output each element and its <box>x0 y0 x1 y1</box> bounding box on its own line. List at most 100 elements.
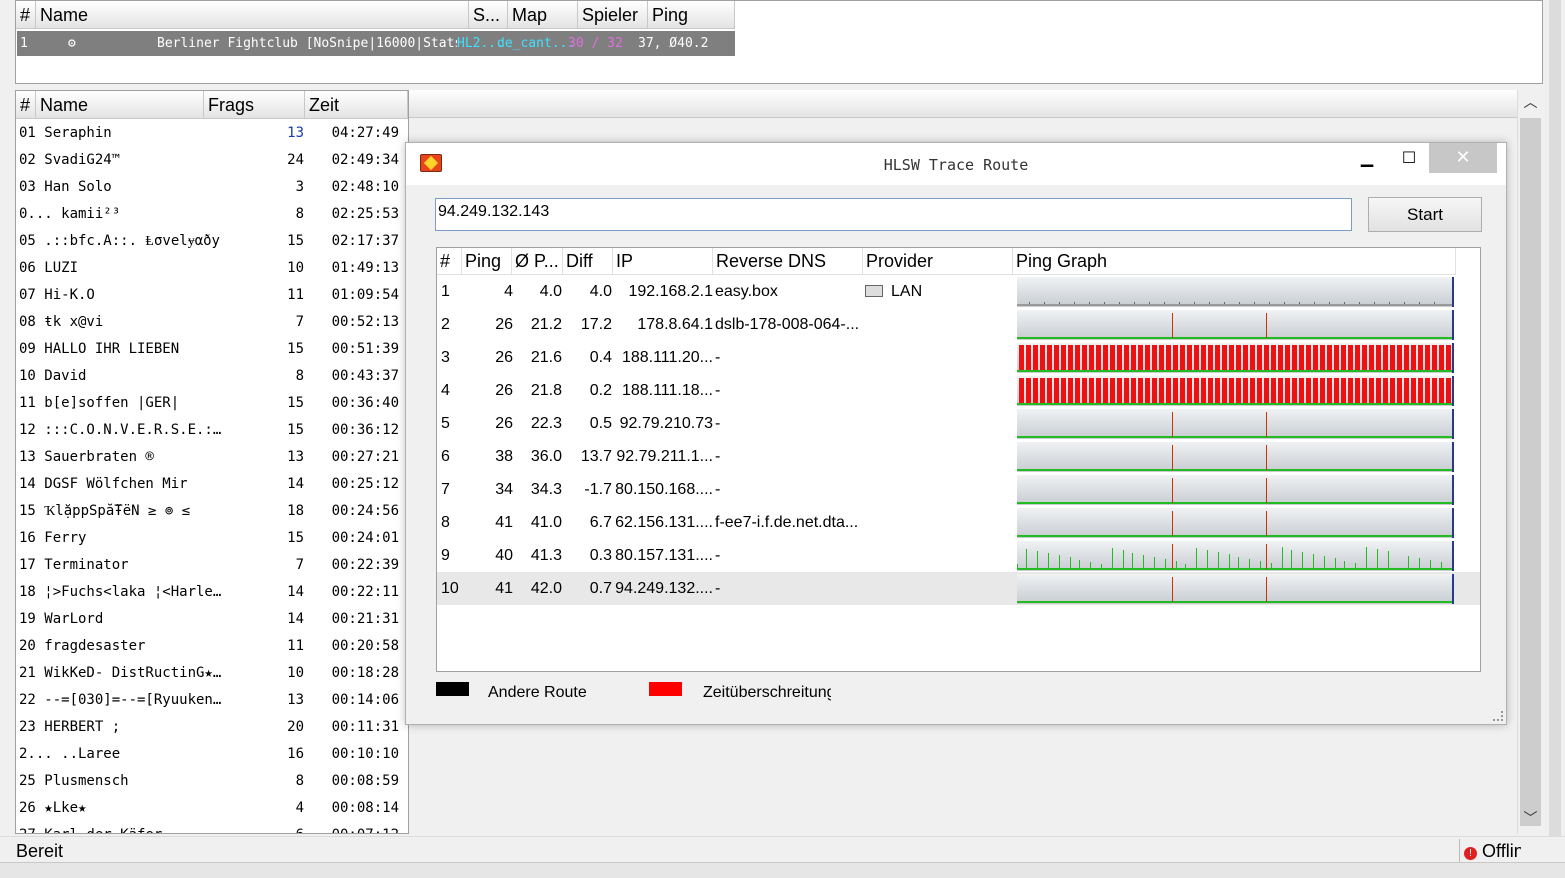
player-row[interactable]: 20 fragdesaster 11 00:20:58 <box>16 633 408 660</box>
player-row[interactable]: 0... kamii²³ 8 02:25:53 <box>16 201 408 228</box>
player-frags: 3 <box>295 179 304 195</box>
trace-col-avg-header[interactable]: Ø P... <box>512 248 563 275</box>
trace-col-dns-header[interactable]: Reverse DNS <box>713 248 863 275</box>
player-row[interactable]: 06 LUZI 10 01:49:13 <box>16 255 408 282</box>
timeout-bar <box>1348 378 1353 403</box>
timeout-bar <box>1306 378 1311 403</box>
server-col-name-header[interactable]: Name <box>36 1 469 29</box>
dialog-title-bar[interactable]: HLSW Trace Route ▁ ☐ ✕ <box>406 143 1506 185</box>
legend-label-timeout: Zeitüberschreitung <box>703 684 831 701</box>
scroll-down-icon[interactable]: ﹀ <box>1518 806 1543 832</box>
ping-graph <box>1017 409 1454 439</box>
player-row[interactable]: 07 Hi-K.O 11 01:09:54 <box>16 282 408 309</box>
graph-spike <box>1260 561 1261 568</box>
hop-diff: 0.2 <box>589 382 612 399</box>
hop-row[interactable]: 4 26 21.8 0.2 188.111.18... - <box>437 374 1480 407</box>
trace-col-diff-header[interactable]: Diff <box>563 248 613 275</box>
server-row[interactable]: 1 ⚙ Berliner Fightclub [NoSnipe|16000|St… <box>17 31 735 56</box>
player-row[interactable]: 22 --=[030]=--=[Ryuuken... 13 00:14:06 <box>16 687 408 714</box>
player-row[interactable]: 21 WikKeD- DistRuctinG★... 10 00:18:28 <box>16 660 408 687</box>
trace-col-ip-header[interactable]: IP <box>613 248 713 275</box>
player-row[interactable]: 18 ¦>Fuchs<laka ¦<Harlequ... 14 00:22:11 <box>16 579 408 606</box>
hop-row[interactable]: 5 26 22.3 0.5 92.79.210.73- <box>437 407 1480 440</box>
ping-graph <box>1017 541 1454 571</box>
player-row[interactable]: 02 SvadiG24™ 24 02:49:34 <box>16 147 408 174</box>
hop-row[interactable]: 3 26 21.6 0.4 188.111.20... - <box>437 341 1480 374</box>
scroll-up-icon[interactable]: ︿ <box>1518 90 1543 116</box>
graph-spike <box>1229 554 1230 568</box>
trace-col-graph-header[interactable]: Ping Graph <box>1013 248 1456 275</box>
timeout-bar <box>1103 378 1108 403</box>
start-button[interactable]: Start <box>1368 197 1482 232</box>
player-row[interactable]: 12 :::C.O.N.V.E.R.S.E.::: 15 00:36:12 <box>16 417 408 444</box>
timeout-bar <box>1201 345 1206 370</box>
hop-row[interactable]: 10 41 42.0 0.7 94.249.132.... - <box>437 572 1480 605</box>
resize-grip-icon[interactable] <box>1493 711 1503 721</box>
window-scrollbar[interactable] <box>1546 0 1565 862</box>
graph-tick <box>1044 302 1045 304</box>
timeout-bar <box>1187 378 1192 403</box>
hop-row[interactable]: 8 41 41.0 6.7 62.156.131.... f-ee7-i.f.de.net… <box>437 506 1480 539</box>
trace-col-num-header[interactable]: # <box>437 248 462 275</box>
hop-row[interactable]: 1 4 4.0 4.0 192.168.2.1 easy.box LAN <box>437 275 1480 308</box>
player-row[interactable]: 26 ★Lke★ 4 00:08:14 <box>16 795 408 822</box>
scroll-thumb[interactable] <box>1520 118 1541 826</box>
player-col-frags-header[interactable]: Frags <box>204 91 305 119</box>
server-col-players-header[interactable]: Spieler <box>578 1 648 29</box>
graph-spike <box>1249 559 1250 568</box>
server-col-ping-header[interactable]: Ping <box>648 1 735 29</box>
trace-col-ping-header[interactable]: Ping <box>462 248 512 275</box>
player-row[interactable]: 11 b[e]soffen |GER| 15 00:36:40 <box>16 390 408 417</box>
player-col-time-header[interactable]: Zeit <box>305 91 408 119</box>
graph-spike <box>1282 547 1283 568</box>
timeout-bar <box>1208 345 1213 370</box>
player-row[interactable]: 19 WarLord 14 00:21:31 <box>16 606 408 633</box>
player-row[interactable]: 15 ҠlặppSpẵŦëN ≥ ⊚ ≤ 18 00:24:56 <box>16 498 408 525</box>
ping-graph-plot <box>1017 445 1452 471</box>
hop-diff: 0.4 <box>589 349 612 366</box>
player-col-num-header[interactable]: # <box>16 91 36 119</box>
player-row[interactable]: 17 Terminator 7 00:22:39 <box>16 552 408 579</box>
player-row[interactable]: 05 .::bfc.A::. Ⱡσvelɏαðy 15 02:17:37 <box>16 228 408 255</box>
player-row[interactable]: 10 David 8 00:43:37 <box>16 363 408 390</box>
player-name: 12 :::C.O.N.V.E.R.S.E.::: <box>19 422 224 438</box>
player-row[interactable]: 14 DGSF Wölfchen Mir 14 00:25:12 <box>16 471 408 498</box>
hop-row[interactable]: 2 26 21.2 17.2 178.8.64.1 dslb-178-008-064-..… <box>437 308 1480 341</box>
ip-address-input[interactable]: 94.249.132.143 <box>435 198 1352 231</box>
hop-row[interactable]: 6 38 36.0 13.7 92.79.211.1... - <box>437 440 1480 473</box>
player-row[interactable]: 03 Han Solo 3 02:48:10 <box>16 174 408 201</box>
window-scroll-thumb[interactable] <box>1549 0 1561 862</box>
server-col-game-header[interactable]: S... <box>469 1 508 29</box>
hop-row[interactable]: 9 40 41.3 0.3 80.157.131.... - <box>437 539 1480 572</box>
graph-spike <box>1266 511 1267 536</box>
player-row[interactable]: 16 Ferry 15 00:24:01 <box>16 525 408 552</box>
hop-ip: 178.8.64.1 <box>637 316 713 333</box>
close-button[interactable]: ✕ <box>1429 143 1497 173</box>
player-row[interactable]: 09 HALLO IHR LIEBEN 15 00:51:39 <box>16 336 408 363</box>
timeout-bar <box>1173 378 1178 403</box>
player-row[interactable]: 13 Sauerbraten ® 13 00:27:21 <box>16 444 408 471</box>
maximize-button[interactable]: ☐ <box>1386 143 1432 173</box>
timeout-bar <box>1236 345 1241 370</box>
player-row[interactable]: 2... ..Laree 16 00:10:10 <box>16 741 408 768</box>
player-time: 01:49:13 <box>331 260 399 276</box>
player-row[interactable]: 23 HERBERT ; 20 00:11:31 <box>16 714 408 741</box>
player-col-name-header[interactable]: Name <box>36 91 204 119</box>
server-col-map-header[interactable]: Map <box>508 1 578 29</box>
trace-col-provider-header[interactable]: Provider <box>863 248 1013 275</box>
ping-graph-plot <box>1017 345 1452 372</box>
graph-spike <box>1366 547 1367 568</box>
timeout-bar <box>1264 378 1269 403</box>
offline-status[interactable]: ! Offline <box>1459 839 1521 863</box>
player-row[interactable]: 25 Plusmensch 8 00:08:59 <box>16 768 408 795</box>
player-row[interactable]: 01 Seraphin 13 04:27:49 <box>16 120 408 147</box>
hop-num: 7 <box>441 481 450 498</box>
vertical-scrollbar[interactable]: ︿ ﹀ <box>1517 90 1543 834</box>
hop-row[interactable]: 7 34 34.3 -1.7 80.150.168.... - <box>437 473 1480 506</box>
player-row[interactable]: 27 Karl der Käfer 6 00:07:12 <box>16 822 408 833</box>
server-col-num-header[interactable]: # <box>16 1 36 29</box>
timeout-bar <box>1215 378 1220 403</box>
timeout-bar <box>1341 345 1346 370</box>
minimize-button[interactable]: ▁ <box>1344 143 1390 173</box>
player-row[interactable]: 08 ŧk x@vi 7 00:52:13 <box>16 309 408 336</box>
